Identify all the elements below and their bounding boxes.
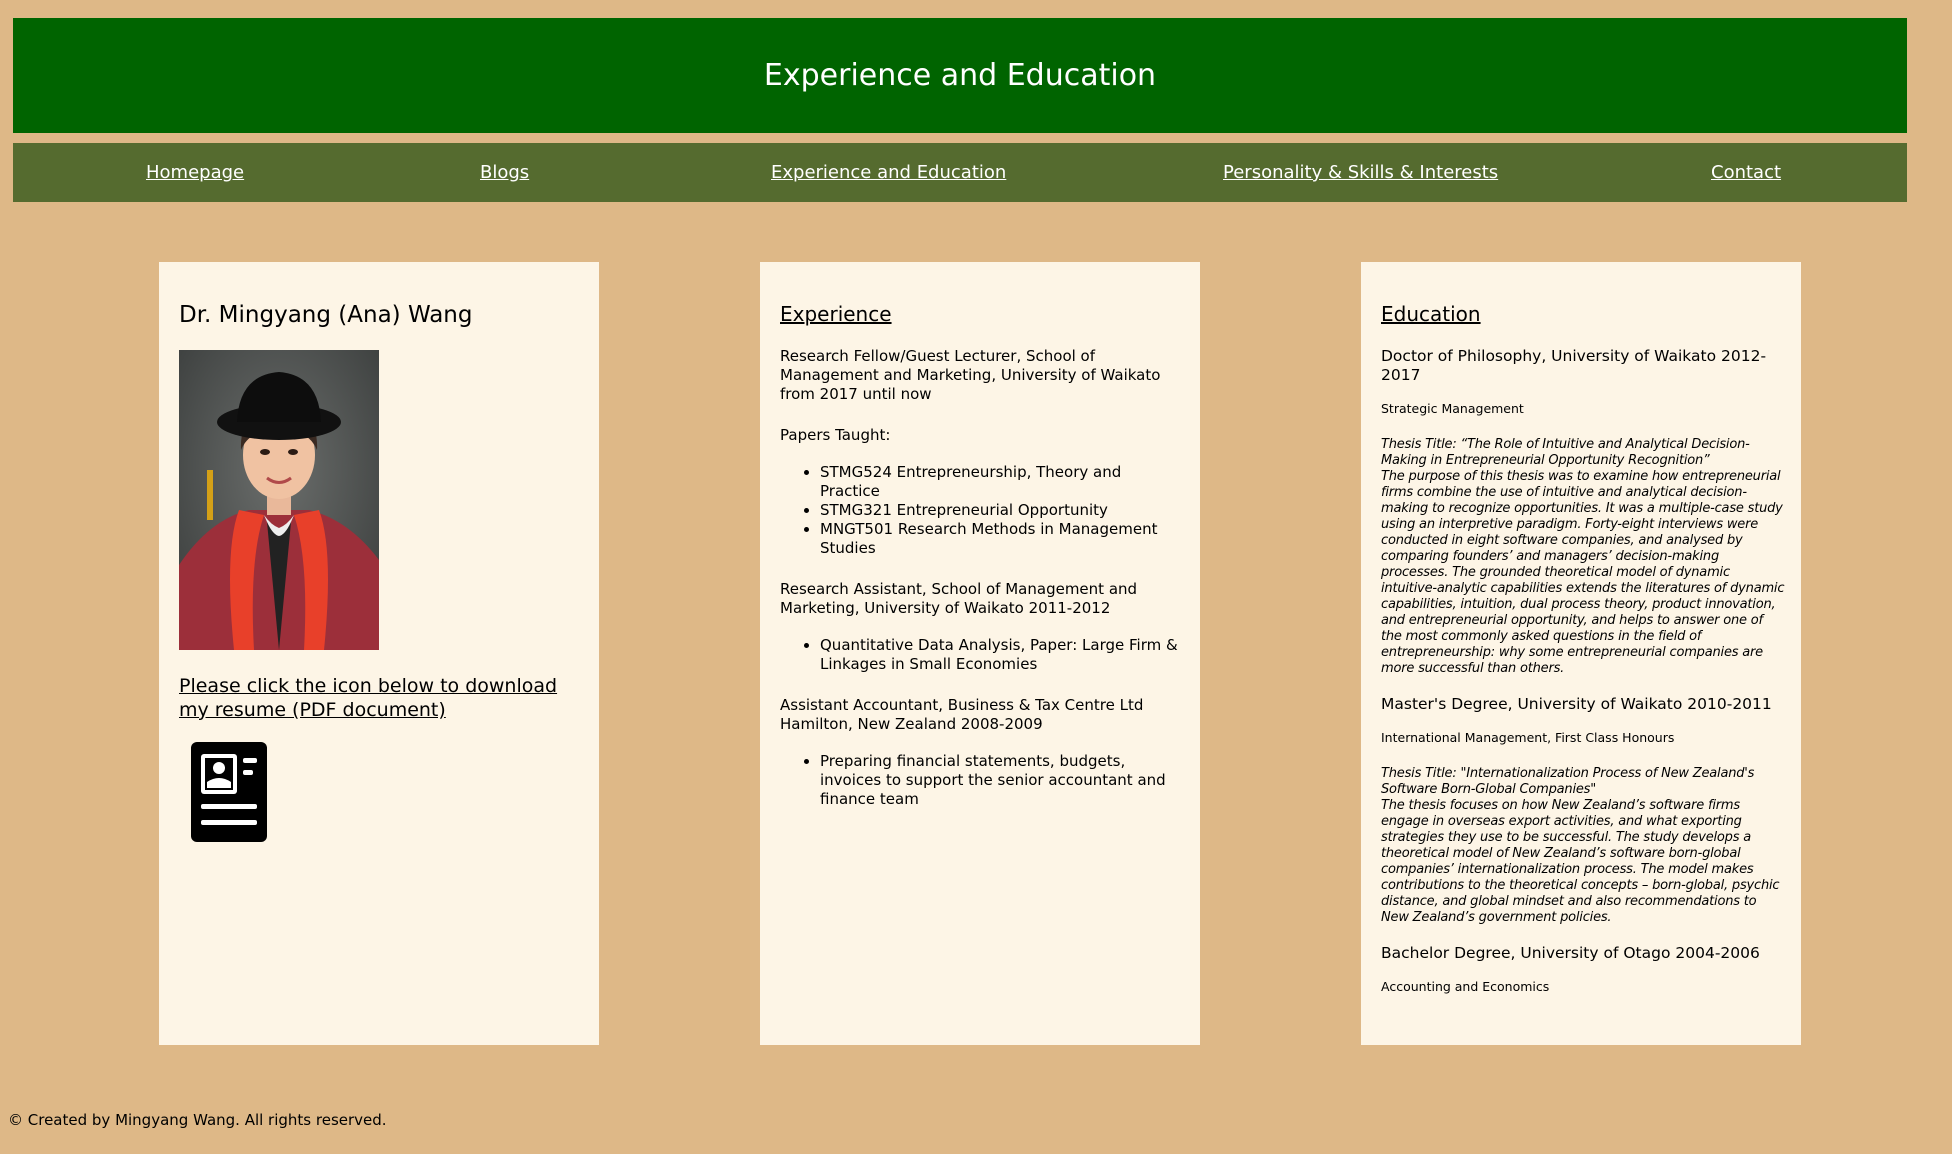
- masters-thesis: Thesis Title: "Internationalization Proc…: [1381, 766, 1786, 926]
- degree-masters: Master's Degree, University of Waikato 2…: [1381, 695, 1772, 713]
- degree-phd: Doctor of Philosophy, University of Waik…: [1381, 347, 1767, 384]
- masters-thesis-body: The thesis focuses on how New Zealand’s …: [1381, 798, 1780, 925]
- list-item: MNGT501 Research Methods in Management S…: [820, 520, 1184, 558]
- page-title: Experience and Education: [763, 58, 1157, 93]
- nav-link-homepage[interactable]: Homepage: [146, 143, 244, 202]
- bachelor-field: Accounting and Economics: [1381, 979, 1550, 994]
- phd-thesis: Thesis Title: “The Role of Intuitive and…: [1381, 437, 1786, 677]
- list-item: STMG321 Entrepreneurial Opportunity: [820, 501, 1184, 520]
- job2-duties: Quantitative Data Analysis, Paper: Large…: [780, 636, 1184, 674]
- phd-thesis-title: Thesis Title: “The Role of Intuitive and…: [1381, 437, 1750, 468]
- job3-duties: Preparing financial statements, budgets,…: [780, 752, 1184, 809]
- experience-title: Experience: [780, 302, 892, 326]
- experience-card: Experience Research Fellow/Guest Lecture…: [760, 262, 1200, 1045]
- page-header: Experience and Education: [13, 18, 1907, 133]
- list-item: Quantitative Data Analysis, Paper: Large…: [820, 636, 1184, 674]
- main-nav: Homepage Blogs Experience and Education …: [13, 143, 1907, 202]
- papers-list: STMG524 Entrepreneurship, Theory and Pra…: [780, 463, 1184, 558]
- resume-document-icon[interactable]: [191, 742, 267, 842]
- education-card: Education Doctor of Philosophy, Universi…: [1361, 262, 1801, 1045]
- phd-field: Strategic Management: [1381, 401, 1524, 416]
- education-content: Doctor of Philosophy, University of Waik…: [1381, 347, 1786, 1015]
- masters-thesis-title: Thesis Title: "Internationalization Proc…: [1381, 766, 1755, 797]
- nav-link-blogs[interactable]: Blogs: [480, 143, 529, 202]
- resume-download-link[interactable]: Please click the icon below to download …: [179, 674, 579, 722]
- list-item: STMG524 Entrepreneurship, Theory and Pra…: [820, 463, 1184, 501]
- profile-card: Dr. Mingyang (Ana) Wang Please click the…: [159, 262, 599, 1045]
- profile-name: Dr. Mingyang (Ana) Wang: [179, 302, 473, 328]
- papers-taught-label: Papers Taught:: [780, 426, 891, 444]
- job-assistant-accountant: Assistant Accountant, Business & Tax Cen…: [780, 696, 1144, 733]
- experience-content: Research Fellow/Guest Lecturer, School o…: [780, 347, 1184, 831]
- footer-copyright: © Created by Mingyang Wang. All rights r…: [8, 1111, 387, 1129]
- nav-link-experience-education[interactable]: Experience and Education: [771, 143, 1006, 202]
- profile-photo: [179, 350, 379, 650]
- masters-field: International Management, First Class Ho…: [1381, 730, 1675, 745]
- degree-bachelor: Bachelor Degree, University of Otago 200…: [1381, 944, 1760, 962]
- nav-link-personality-skills[interactable]: Personality & Skills & Interests: [1223, 143, 1498, 202]
- education-title: Education: [1381, 302, 1481, 326]
- job-research-assistant: Research Assistant, School of Management…: [780, 580, 1138, 617]
- phd-thesis-body: The purpose of this thesis was to examin…: [1381, 469, 1785, 676]
- nav-link-contact[interactable]: Contact: [1711, 143, 1781, 202]
- job-research-fellow: Research Fellow/Guest Lecturer, School o…: [780, 347, 1161, 403]
- list-item: Preparing financial statements, budgets,…: [820, 752, 1184, 809]
